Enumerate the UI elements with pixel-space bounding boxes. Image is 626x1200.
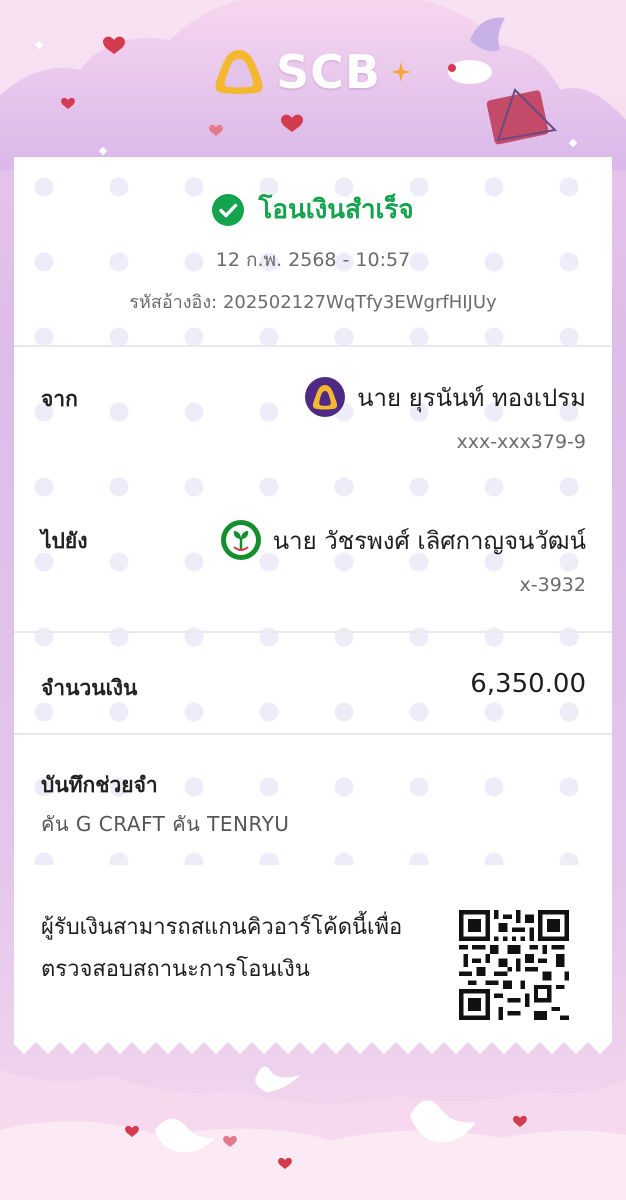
success-header: โอนเงินสำเร็จ xyxy=(14,189,612,230)
memo-text: คัน G CRAFT คัน TENRYU xyxy=(41,812,290,836)
to-label: ไปยัง xyxy=(41,529,88,553)
footer-background xyxy=(0,1066,626,1200)
from-name: นาย ยุรนันท์ ทองเปรม xyxy=(357,383,586,412)
scb-bank-icon xyxy=(305,377,346,417)
reference-number: รหัสอ้างอิง: 202502127WqTfy3EWgrfHIJUy xyxy=(129,292,497,313)
sparkle-icon xyxy=(390,62,411,82)
brand-name: SCB xyxy=(276,45,381,99)
amount-label: จำนวนเงิน xyxy=(41,676,138,700)
kbank-bank-icon xyxy=(220,520,261,560)
from-label: จาก xyxy=(41,387,78,411)
divider xyxy=(14,733,612,735)
check-circle-icon xyxy=(212,193,245,226)
to-account-number: x-3932 xyxy=(519,574,586,596)
to-name: นาย วัชรพงศ์ เลิศกาญจนวัฒน์ xyxy=(272,526,586,555)
divider xyxy=(14,345,612,347)
amount-value: 6,350.00 xyxy=(470,669,586,699)
transfer-datetime: 12 ก.พ. 2568 - 10:57 xyxy=(215,249,411,271)
scb-logo: SCB xyxy=(212,42,411,102)
from-account-holder: นาย ยุรนันท์ ทองเปรม xyxy=(305,377,586,417)
qr-code-icon[interactable] xyxy=(459,910,569,1020)
qr-description: ผู้รับเงินสามารถสแกนคิวอาร์โค้ดนี้เพื่อต… xyxy=(41,915,403,982)
scb-logo-icon xyxy=(215,50,263,94)
receipt-card: โอนเงินสำเร็จ 12 ก.พ. 2568 - 10:57 รหัสอ… xyxy=(14,157,612,1037)
divider xyxy=(14,631,612,633)
success-title: โอนเงินสำเร็จ xyxy=(258,195,414,225)
memo-label: บันทึกช่วยจำ xyxy=(41,773,158,797)
from-account-number: xxx-xxx379-9 xyxy=(456,431,586,453)
to-account-holder: นาย วัชรพงศ์ เลิศกาญจนวัฒน์ xyxy=(220,520,586,560)
